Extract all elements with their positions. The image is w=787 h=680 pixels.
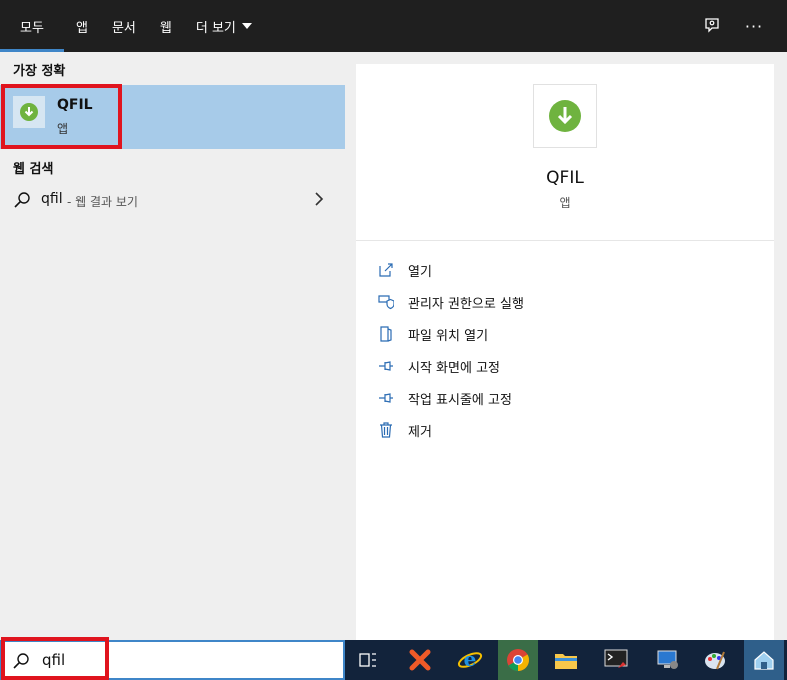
chevron-right-icon[interactable]	[313, 191, 325, 211]
annotation-box	[1, 637, 109, 680]
feedback-icon[interactable]	[698, 12, 726, 40]
action-pin-to-taskbar[interactable]: 작업 표시줄에 고정	[378, 382, 524, 414]
tab-web[interactable]: 웹	[148, 0, 184, 52]
qfil-large-icon	[533, 84, 597, 148]
action-label: 제거	[408, 424, 432, 440]
search-tabs: 모두 앱 문서 웹 더 보기	[0, 0, 264, 52]
action-label: 작업 표시줄에 고정	[408, 392, 512, 408]
tab-documents[interactable]: 문서	[100, 0, 148, 52]
results-panel: 가장 정확 QFIL 앱 웹 검색 qfil - 웹 결과 보기	[0, 52, 355, 640]
paint-icon[interactable]	[695, 640, 735, 680]
action-open-file-location[interactable]: 파일 위치 열기	[378, 318, 524, 350]
svg-text:e: e	[464, 647, 477, 671]
web-search-heading: 웹 검색	[13, 162, 54, 177]
file-explorer-icon[interactable]	[546, 640, 586, 680]
divider	[356, 240, 774, 241]
more-icon[interactable]: ···	[740, 12, 768, 40]
pin-icon	[378, 388, 408, 408]
action-pin-to-start[interactable]: 시작 화면에 고정	[378, 350, 524, 382]
action-run-as-admin[interactable]: 관리자 권한으로 실행	[378, 286, 524, 318]
task-view-icon[interactable]	[348, 640, 388, 680]
pin-icon	[378, 356, 408, 376]
home-app-icon[interactable]	[744, 640, 784, 680]
annotation-box	[1, 84, 122, 149]
open-icon	[378, 260, 408, 280]
xmind-app-icon[interactable]	[400, 640, 440, 680]
shield-icon	[378, 292, 408, 312]
action-label: 열기	[408, 264, 432, 280]
action-label: 관리자 권한으로 실행	[408, 296, 524, 312]
tab-label: 앱	[76, 20, 88, 36]
action-label: 파일 위치 열기	[408, 328, 489, 344]
tab-label: 더 보기	[195, 20, 236, 36]
chrome-icon[interactable]	[498, 640, 538, 680]
search-icon	[13, 191, 31, 213]
web-query: qfil	[41, 191, 63, 207]
tab-label: 문서	[111, 20, 136, 36]
terminal-icon[interactable]	[596, 640, 636, 680]
remote-desktop-icon[interactable]	[648, 640, 688, 680]
action-open[interactable]: 열기	[378, 254, 524, 286]
action-label: 시작 화면에 고정	[408, 360, 500, 376]
web-result-suffix: - 웹 결과 보기	[67, 195, 138, 209]
tab-label: 모두	[20, 20, 44, 36]
file-location-icon	[378, 324, 408, 344]
caret-down-icon	[241, 23, 252, 29]
preview-app-type: 앱	[559, 196, 571, 210]
preview-panel: QFIL 앱 열기 관리자 권한으로 실행 파일 위치 열기 시작 화면에 고정…	[356, 64, 774, 640]
tab-label: 웹	[159, 20, 172, 36]
tab-all[interactable]: 모두	[0, 0, 64, 52]
tab-apps[interactable]: 앱	[64, 0, 100, 52]
taskbar: e	[345, 640, 787, 680]
web-search-result[interactable]: qfil - 웹 결과 보기	[0, 183, 345, 215]
internet-explorer-icon[interactable]: e	[450, 640, 490, 680]
preview-app-name: QFIL	[546, 168, 584, 188]
tab-more[interactable]: 더 보기	[184, 0, 264, 52]
action-uninstall[interactable]: 제거	[378, 414, 524, 446]
action-list: 열기 관리자 권한으로 실행 파일 위치 열기 시작 화면에 고정 작업 표시줄…	[378, 254, 524, 446]
top-bar: 모두 앱 문서 웹 더 보기 ···	[0, 0, 787, 52]
best-match-heading: 가장 정확	[13, 64, 66, 79]
trash-icon	[378, 420, 408, 440]
